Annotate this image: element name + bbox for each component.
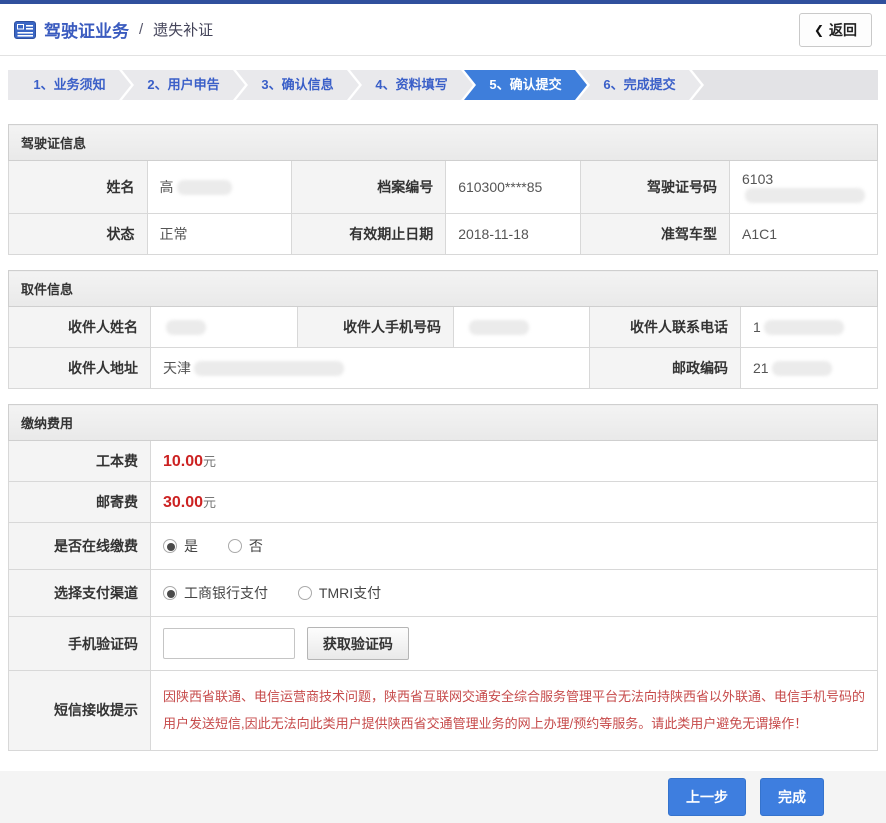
table-row: 收件人姓名 收件人手机号码 收件人联系电话 1 — [9, 307, 878, 348]
recipient-phone-value: 1 — [741, 307, 878, 348]
sms-notice-text: 因陕西省联通、电信运营商技术问题，陕西省互联网交通安全综合服务管理平台无法向持陕… — [151, 671, 878, 751]
status-label: 状态 — [9, 214, 148, 255]
license-number-value: 6103 — [730, 161, 878, 214]
redaction-blur — [745, 188, 865, 203]
expiry-date-label: 有效期止日期 — [292, 214, 446, 255]
file-number-label: 档案编号 — [292, 161, 446, 214]
step-6-complete-submit[interactable]: 6、完成提交 — [578, 70, 701, 100]
step-3-confirm-info[interactable]: 3、确认信息 — [236, 70, 359, 100]
step-5-confirm-submit[interactable]: 5、确认提交 — [464, 70, 587, 100]
breadcrumb-separator: / — [139, 21, 143, 38]
recipient-phone-label: 收件人联系电话 — [590, 307, 741, 348]
steps-tail — [692, 70, 878, 100]
vehicle-class-value: A1C1 — [730, 214, 878, 255]
table-row: 手机验证码 获取验证码 — [9, 617, 878, 671]
vehicle-class-label: 准驾车型 — [581, 214, 730, 255]
previous-step-button[interactable]: 上一步 — [668, 778, 746, 816]
name-label: 姓名 — [9, 161, 148, 214]
radio-online-no[interactable]: 否 — [228, 536, 263, 556]
redaction-blur — [194, 361, 344, 376]
table-row: 短信接收提示 因陕西省联通、电信运营商技术问题，陕西省互联网交通安全综合服务管理… — [9, 671, 878, 751]
sms-notice-label: 短信接收提示 — [9, 671, 151, 751]
sms-code-input[interactable] — [163, 628, 295, 659]
redaction-blur — [469, 320, 529, 335]
sms-code-label: 手机验证码 — [9, 617, 151, 671]
payment-channel-options: 工商银行支付 TMRI支付 — [151, 570, 878, 617]
cost-fee-label: 工本费 — [9, 441, 151, 482]
online-payment-label: 是否在线缴费 — [9, 523, 151, 570]
payment-section: 缴纳费用 工本费 10.00元 邮寄费 30.00元 是否在线缴费 是 否 选择… — [8, 404, 878, 751]
license-number-label: 驾驶证号码 — [581, 161, 730, 214]
license-info-section: 驾驶证信息 姓名 高 档案编号 610300****85 驾驶证号码 6103 … — [8, 124, 878, 255]
breadcrumb-current: 遗失补证 — [153, 19, 213, 40]
radio-channel-icbc[interactable]: 工商银行支付 — [163, 583, 268, 603]
pickup-section-title: 取件信息 — [9, 271, 878, 307]
postal-code-label: 邮政编码 — [590, 348, 741, 389]
footer-action-bar: 上一步 完成 — [0, 771, 886, 823]
recipient-name-label: 收件人姓名 — [9, 307, 151, 348]
redaction-blur — [177, 180, 232, 195]
table-row: 选择支付渠道 工商银行支付 TMRI支付 — [9, 570, 878, 617]
recipient-name-value — [151, 307, 298, 348]
recipient-address-value: 天津 — [151, 348, 590, 389]
step-1-business-notice[interactable]: 1、业务须知 — [8, 70, 131, 100]
page-title: 驾驶证业务 — [44, 17, 129, 42]
sms-code-cell: 获取验证码 — [151, 617, 878, 671]
pickup-info-section: 取件信息 收件人姓名 收件人手机号码 收件人联系电话 1 收件人地址 天津 邮政… — [8, 270, 878, 389]
table-row: 是否在线缴费 是 否 — [9, 523, 878, 570]
step-2-user-declaration[interactable]: 2、用户申告 — [122, 70, 245, 100]
payment-channel-label: 选择支付渠道 — [9, 570, 151, 617]
radio-channel-tmri[interactable]: TMRI支付 — [298, 583, 381, 603]
back-button[interactable]: ❮ 返回 — [799, 13, 872, 47]
table-row: 邮寄费 30.00元 — [9, 482, 878, 523]
postage-fee-value: 30.00元 — [151, 482, 878, 523]
recipient-address-label: 收件人地址 — [9, 348, 151, 389]
table-row: 工本费 10.00元 — [9, 441, 878, 482]
radio-unselected-icon — [228, 539, 242, 553]
finish-button[interactable]: 完成 — [760, 778, 824, 816]
form-icon — [14, 21, 36, 39]
license-section-title: 驾驶证信息 — [9, 125, 878, 161]
cost-fee-value: 10.00元 — [151, 441, 878, 482]
status-value: 正常 — [147, 214, 292, 255]
recipient-mobile-label: 收件人手机号码 — [298, 307, 454, 348]
redaction-blur — [772, 361, 832, 376]
file-number-value: 610300****85 — [446, 161, 581, 214]
radio-selected-icon — [163, 586, 177, 600]
radio-unselected-icon — [298, 586, 312, 600]
back-chevron-icon: ❮ — [814, 23, 824, 37]
postage-fee-label: 邮寄费 — [9, 482, 151, 523]
page-header: 驾驶证业务 / 遗失补证 ❮ 返回 — [0, 4, 886, 56]
get-code-button[interactable]: 获取验证码 — [307, 627, 409, 660]
redaction-blur — [166, 320, 206, 335]
redaction-blur — [764, 320, 844, 335]
table-row: 状态 正常 有效期止日期 2018-11-18 准驾车型 A1C1 — [9, 214, 878, 255]
payment-section-title: 缴纳费用 — [9, 405, 878, 441]
step-4-fill-data[interactable]: 4、资料填写 — [350, 70, 473, 100]
postal-code-value: 21 — [741, 348, 878, 389]
name-value: 高 — [147, 161, 292, 214]
table-row: 姓名 高 档案编号 610300****85 驾驶证号码 6103 — [9, 161, 878, 214]
radio-selected-icon — [163, 539, 177, 553]
expiry-date-value: 2018-11-18 — [446, 214, 581, 255]
online-payment-options: 是 否 — [151, 523, 878, 570]
radio-online-yes[interactable]: 是 — [163, 536, 198, 556]
back-button-label: 返回 — [829, 20, 857, 40]
recipient-mobile-value — [454, 307, 590, 348]
table-row: 收件人地址 天津 邮政编码 21 — [9, 348, 878, 389]
step-progress-bar: 1、业务须知 2、用户申告 3、确认信息 4、资料填写 5、确认提交 6、完成提… — [8, 70, 878, 100]
